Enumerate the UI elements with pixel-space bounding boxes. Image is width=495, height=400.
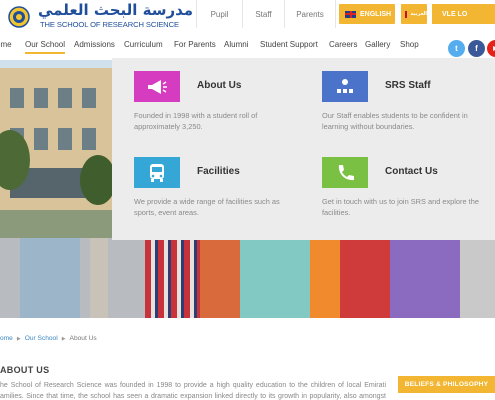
facilities-title[interactable]: Facilities	[197, 166, 240, 177]
uk-flag-icon	[345, 10, 356, 18]
logo-english-text: THE SCHOOL OF RESEARCH SCIENCE	[40, 20, 179, 29]
megaphone-icon	[134, 71, 180, 102]
srs-staff-description: Our Staff enables students to be confide…	[322, 111, 468, 131]
nav-curriculum[interactable]: Curriculum	[124, 40, 163, 49]
contact-us-title[interactable]: Contact Us	[385, 166, 438, 177]
nav-home[interactable]: ome	[0, 40, 12, 49]
arabic-language-button[interactable]: العربية	[401, 4, 427, 24]
school-logo[interactable]: مدرسة البحث العلمي THE SCHOOL OF RESEARC…	[8, 1, 193, 33]
parents-link[interactable]: Parents	[284, 0, 336, 28]
contact-us-description: Get in touch with us to join SRS and exp…	[322, 197, 479, 217]
english-language-button[interactable]: ENGLISH	[339, 4, 395, 24]
twitter-icon: t	[455, 44, 458, 53]
school-crest-icon	[8, 6, 30, 28]
nav-careers[interactable]: Careers	[329, 40, 357, 49]
nav-student-support[interactable]: Student Support	[260, 40, 318, 49]
logo-arabic-text: مدرسة البحث العلمي	[38, 1, 194, 19]
nav-for-parents[interactable]: For Parents	[174, 40, 216, 49]
breadcrumb-separator-icon: ▶	[16, 335, 21, 342]
breadcrumb-home[interactable]: ome	[0, 335, 13, 342]
staff-link[interactable]: Staff	[242, 0, 284, 28]
breadcrumb-our-school[interactable]: Our School	[25, 335, 58, 342]
about-us-title[interactable]: About Us	[197, 80, 241, 91]
youtube-button[interactable]: ▶	[487, 40, 495, 57]
page-title: ABOUT US	[0, 365, 50, 375]
srs-staff-title[interactable]: SRS Staff	[385, 80, 431, 91]
main-nav: ome Our School Admissions Curriculum For…	[0, 36, 440, 56]
facebook-button[interactable]: f	[468, 40, 485, 57]
phone-icon	[322, 157, 368, 188]
nav-shop[interactable]: Shop	[400, 40, 419, 49]
about-us-description: Founded in 1998 with a student roll of a…	[134, 111, 258, 131]
english-label: ENGLISH	[360, 10, 392, 18]
uae-flag-icon	[405, 10, 407, 18]
nav-gallery[interactable]: Gallery	[365, 40, 390, 49]
twitter-button[interactable]: t	[448, 40, 465, 57]
our-school-dropdown: About Us Founded in 1998 with a student …	[112, 58, 495, 240]
breadcrumb-separator-icon: ▶	[61, 335, 66, 342]
page-body-text: he School of Research Science was founde…	[0, 382, 386, 400]
staff-group-icon	[322, 71, 368, 102]
nav-alumni[interactable]: Alumni	[224, 40, 248, 49]
arabic-label: العربية	[410, 11, 427, 17]
bus-icon	[134, 157, 180, 188]
nav-admissions[interactable]: Admissions	[74, 40, 115, 49]
beliefs-philosophy-button[interactable]: BELIEFS & PHILOSOPHY	[398, 376, 495, 393]
pupil-link[interactable]: Pupil	[196, 0, 242, 28]
facebook-icon: f	[475, 44, 478, 53]
breadcrumb-current: About Us	[69, 335, 97, 342]
vle-login-button[interactable]: VLE LO	[432, 4, 495, 24]
nav-our-school[interactable]: Our School	[25, 40, 66, 54]
facilities-description: We provide a wide range of facilities su…	[134, 197, 280, 217]
breadcrumb: ome ▶ Our School ▶ About Us	[0, 335, 97, 342]
